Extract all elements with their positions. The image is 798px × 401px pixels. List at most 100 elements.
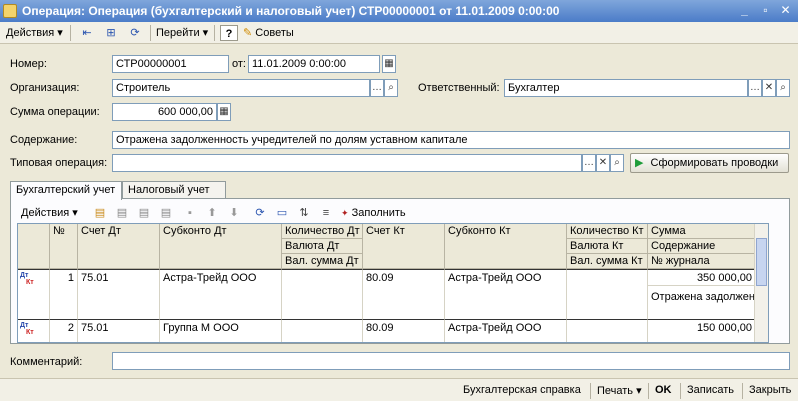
grid-header-debit-account[interactable]: Счет Дт (78, 224, 160, 269)
structure-icon[interactable]: ⊞ (102, 25, 120, 41)
row-debit-account[interactable]: 75.01 (78, 269, 160, 320)
open-magnifier-icon[interactable]: ⌕ (610, 154, 624, 172)
row-credit-qty[interactable] (567, 269, 648, 320)
add-row-icon[interactable]: ▤ (91, 205, 109, 221)
content-label: Содержание: (10, 134, 78, 146)
print-menu[interactable]: Печать ▾ (597, 384, 642, 397)
row-sum[interactable]: 350 000,00 (648, 269, 756, 286)
row-credit-account[interactable]: 80.09 (363, 269, 445, 320)
question-icon[interactable]: ? (220, 25, 238, 41)
save-button[interactable]: Записать (687, 384, 734, 396)
minimize-button[interactable]: _ (736, 3, 753, 18)
credit-icon-label: Кт (26, 329, 34, 336)
calculator-icon[interactable]: ▦ (217, 103, 231, 121)
row-debit-subconto[interactable]: Группа М ООО (160, 320, 282, 342)
close-button[interactable]: Закрыть (749, 384, 791, 396)
grid-header-credit-cur-sum[interactable]: Вал. сумма Кт (567, 254, 648, 269)
calendar-icon[interactable]: ▦ (382, 55, 396, 73)
scrollbar-thumb[interactable] (756, 238, 767, 286)
actions-menu[interactable]: Действия ▾ (6, 25, 63, 41)
refresh-icon[interactable]: ⟳ (126, 25, 144, 41)
select-ellipsis-icon[interactable]: … (582, 154, 596, 172)
fill-label: Заполнить (351, 207, 406, 219)
grid-header-num[interactable]: № (50, 224, 78, 269)
sort-icon[interactable]: ⇅ (295, 205, 313, 221)
chevron-down-icon: ▾ (636, 385, 642, 397)
move-down-icon[interactable]: ⬇ (225, 205, 243, 221)
toolbar-divider (70, 25, 71, 41)
grid-header-debit-currency[interactable]: Валюта Дт (282, 239, 363, 254)
statusbar-divider (648, 383, 649, 399)
row-credit-subconto[interactable]: Астра-Трейд ООО (445, 269, 567, 320)
grid-header-icon-col (18, 224, 50, 269)
open-magnifier-icon[interactable]: ⌕ (776, 79, 790, 97)
end-edit-icon[interactable]: ▪ (181, 205, 199, 221)
tips-label: Советы (255, 27, 294, 39)
entries-actions-menu[interactable]: Действия ▾ (21, 205, 78, 221)
filter-list-icon[interactable]: ≡ (317, 205, 335, 221)
typical-operation-field[interactable] (112, 154, 582, 172)
grid-header-sum[interactable]: Сумма (648, 224, 756, 239)
entry-type-icon: Дт Кт (18, 320, 50, 342)
accounting-report-button[interactable]: Бухгалтерская справка (463, 384, 581, 396)
row-sum[interactable]: 150 000,00 (648, 320, 756, 342)
grid-header-debit-qty[interactable]: Количество Дт (282, 224, 363, 239)
back-arrow-icon[interactable]: ⇤ (78, 25, 96, 41)
row-debit-subconto[interactable]: Астра-Трейд ООО (160, 269, 282, 320)
grid-header-credit-account[interactable]: Счет Кт (363, 224, 445, 269)
toolbar-divider (214, 25, 215, 41)
goto-menu[interactable]: Перейти ▾ (156, 25, 208, 41)
grid-header-credit-qty[interactable]: Количество Кт (567, 224, 648, 239)
statusbar-divider (742, 383, 743, 399)
responsible-label: Ответственный: (418, 82, 500, 94)
sync-icon[interactable]: ⟳ (251, 205, 269, 221)
row-credit-account[interactable]: 80.09 (363, 320, 445, 342)
debit-icon-label: Дт (20, 272, 29, 279)
row-credit-qty[interactable] (567, 320, 648, 342)
row-content[interactable]: Отражена задолженн... (648, 286, 756, 320)
grid-header-debit-cur-sum[interactable]: Вал. сумма Дт (282, 254, 363, 269)
fill-button[interactable]: ✦ Заполнить (341, 205, 406, 221)
responsible-field[interactable]: Бухгалтер (504, 79, 748, 97)
row-debit-account[interactable]: 75.01 (78, 320, 160, 342)
window-titlebar[interactable]: Операция: Операция (бухгалтерский и нало… (0, 0, 798, 22)
number-field[interactable]: СТР00000001 (112, 55, 229, 73)
row-number: 2 (50, 320, 78, 342)
open-magnifier-icon[interactable]: ⌕ (384, 79, 398, 97)
row-debit-qty[interactable] (282, 269, 363, 320)
number-label: Номер: (10, 58, 47, 70)
date-field[interactable]: 11.01.2009 0:00:00 (248, 55, 380, 73)
grid-header-content[interactable]: Содержание (648, 239, 756, 254)
clear-x-icon[interactable]: ✕ (762, 79, 776, 97)
generate-entries-button[interactable]: ▶ Сформировать проводки (630, 153, 789, 173)
grid-header-debit-subconto[interactable]: Субконто Дт (160, 224, 282, 269)
clear-x-icon[interactable]: ✕ (596, 154, 610, 172)
comment-field[interactable] (112, 352, 790, 370)
row-debit-qty[interactable] (282, 320, 363, 342)
edit-row-icon[interactable]: ▤ (135, 205, 153, 221)
move-up-icon[interactable]: ⬆ (203, 205, 221, 221)
delete-row-icon[interactable]: ▤ (157, 205, 175, 221)
maximize-button[interactable]: ▫ (757, 3, 774, 18)
content-field[interactable]: Отражена задолженность учредителей по до… (112, 131, 790, 149)
tab-tax[interactable]: Налоговый учет (122, 181, 226, 199)
close-window-button[interactable]: ✕ (777, 3, 794, 18)
sum-field[interactable]: 600 000,00 (112, 103, 217, 121)
grid-header-credit-currency[interactable]: Валюта Кт (567, 239, 648, 254)
copy-row-icon[interactable]: ▤ (113, 205, 131, 221)
select-ellipsis-icon[interactable]: … (748, 79, 762, 97)
row-credit-subconto[interactable]: Астра-Трейд ООО (445, 320, 567, 342)
print-label: Печать (597, 385, 634, 397)
select-ellipsis-icon[interactable]: … (370, 79, 384, 97)
grid-header-credit-subconto[interactable]: Субконто Кт (445, 224, 567, 269)
row-number: 1 (50, 269, 78, 320)
vertical-scrollbar[interactable] (754, 224, 768, 342)
ok-button[interactable]: OK (655, 384, 672, 396)
hierarchy-icon[interactable]: ▭ (273, 205, 291, 221)
credit-icon-label: Кт (26, 279, 34, 286)
tips-button[interactable]: ✎ Советы (243, 25, 294, 41)
organization-field[interactable]: Строитель (112, 79, 370, 97)
grid-header-journal[interactable]: № журнала (648, 254, 756, 269)
entries-table[interactable]: № Счет Дт Субконто Дт Количество Дт Валю… (17, 223, 769, 343)
tab-accounting[interactable]: Бухгалтерский учет (10, 181, 122, 200)
